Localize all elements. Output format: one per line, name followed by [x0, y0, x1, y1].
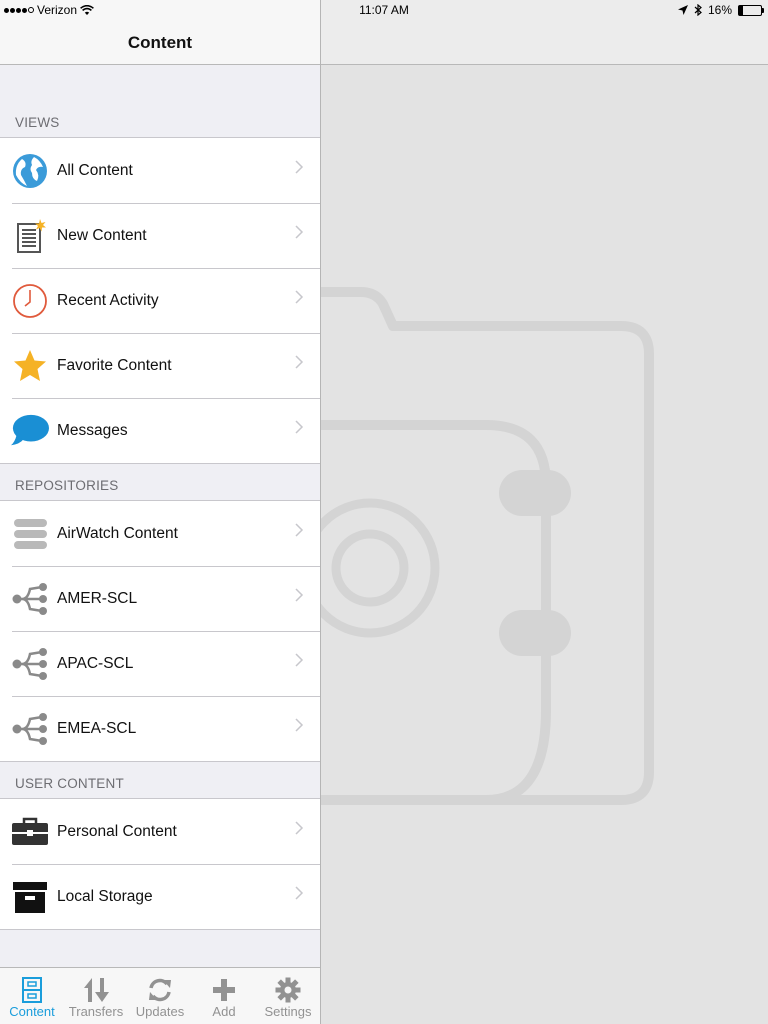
globe-icon [11, 152, 49, 190]
tab-label: Transfers [68, 1004, 124, 1019]
row-local-storage[interactable]: Local Storage [0, 864, 320, 929]
row-apac-scl[interactable]: APAC-SCL [0, 631, 320, 696]
row-personal-content[interactable]: Personal Content [0, 799, 320, 864]
tab-label: Content [9, 1004, 55, 1019]
chevron-right-icon [295, 523, 304, 537]
user-content-group: Personal Content Local Storage [0, 798, 320, 930]
row-label: EMEA-SCL [57, 719, 137, 737]
new-document-icon [11, 217, 49, 255]
chevron-right-icon [295, 290, 304, 304]
chevron-right-icon [295, 718, 304, 732]
wifi-icon [80, 4, 94, 15]
row-all-content[interactable]: All Content [0, 138, 320, 203]
section-header-repositories: REPOSITORIES [15, 478, 119, 493]
section-header-views: VIEWS [15, 115, 60, 130]
status-left: Verizon [4, 3, 94, 17]
row-label: Local Storage [57, 887, 153, 905]
refresh-icon [145, 976, 175, 1004]
briefcase-icon [11, 813, 49, 851]
transfer-arrows-icon [81, 976, 111, 1004]
row-label: All Content [57, 161, 133, 179]
chevron-right-icon [295, 653, 304, 667]
tab-transfers[interactable]: Transfers [64, 968, 128, 1024]
database-icon [11, 515, 49, 553]
tab-add[interactable]: Add [192, 968, 256, 1024]
tab-bar: Content Transfers Updates Add Settings [0, 967, 320, 1024]
row-amer-scl[interactable]: AMER-SCL [0, 566, 320, 631]
plus-icon [209, 976, 239, 1004]
network-share-icon [11, 580, 49, 618]
battery-icon [738, 4, 764, 16]
chevron-right-icon [295, 886, 304, 900]
status-bar: Verizon 11:07 AM 16% [0, 0, 768, 20]
section-header-user-content: USER CONTENT [15, 776, 124, 791]
chevron-right-icon [295, 160, 304, 174]
battery-fill [739, 5, 743, 15]
row-label: Personal Content [57, 822, 177, 840]
row-new-content[interactable]: New Content [0, 203, 320, 268]
star-icon [11, 347, 49, 385]
content-locker-placeholder-icon [321, 287, 654, 805]
tab-label: Updates [135, 1004, 185, 1019]
tab-updates[interactable]: Updates [128, 968, 192, 1024]
network-share-icon [11, 645, 49, 683]
row-favorite-content[interactable]: Favorite Content [0, 333, 320, 398]
tab-settings[interactable]: Settings [256, 968, 320, 1024]
row-label: New Content [57, 226, 147, 244]
tab-label: Settings [264, 1004, 312, 1019]
battery-percent: 16% [707, 3, 732, 17]
speech-bubble-icon [11, 412, 49, 450]
row-emea-scl[interactable]: EMEA-SCL [0, 696, 320, 761]
clock-icon [11, 282, 49, 320]
views-group: All Content New Content Recent Activity … [0, 137, 320, 464]
gear-icon [273, 976, 303, 1004]
network-share-icon [11, 710, 49, 748]
detail-pane [321, 0, 768, 1024]
status-time: 11:07 AM [359, 3, 409, 17]
chevron-right-icon [295, 225, 304, 239]
row-recent-activity[interactable]: Recent Activity [0, 268, 320, 333]
carrier-name: Verizon [37, 3, 78, 17]
page-title: Content [127, 33, 193, 52]
bluetooth-icon [694, 4, 702, 16]
chevron-right-icon [295, 420, 304, 434]
repositories-group: AirWatch Content AMER-SCL APAC-SCL EMEA-… [0, 500, 320, 762]
row-messages[interactable]: Messages [0, 398, 320, 463]
chevron-right-icon [295, 588, 304, 602]
chevron-right-icon [295, 355, 304, 369]
status-right: 16% [677, 3, 764, 17]
archive-box-icon [11, 878, 49, 916]
chevron-right-icon [295, 821, 304, 835]
row-label: AMER-SCL [57, 589, 138, 607]
content-cabinet-icon [17, 976, 47, 1004]
row-airwatch-content[interactable]: AirWatch Content [0, 501, 320, 566]
tab-label: Add [212, 1004, 236, 1019]
location-arrow-icon [677, 5, 688, 15]
tab-content[interactable]: Content [0, 968, 64, 1024]
row-label: Recent Activity [57, 291, 159, 309]
row-label: Favorite Content [57, 356, 172, 374]
master-panel: Content VIEWS All Content New Content Re… [0, 0, 321, 1024]
row-label: AirWatch Content [57, 524, 178, 542]
row-label: APAC-SCL [57, 654, 134, 672]
signal-dots-icon [4, 7, 34, 13]
row-label: Messages [57, 421, 128, 439]
